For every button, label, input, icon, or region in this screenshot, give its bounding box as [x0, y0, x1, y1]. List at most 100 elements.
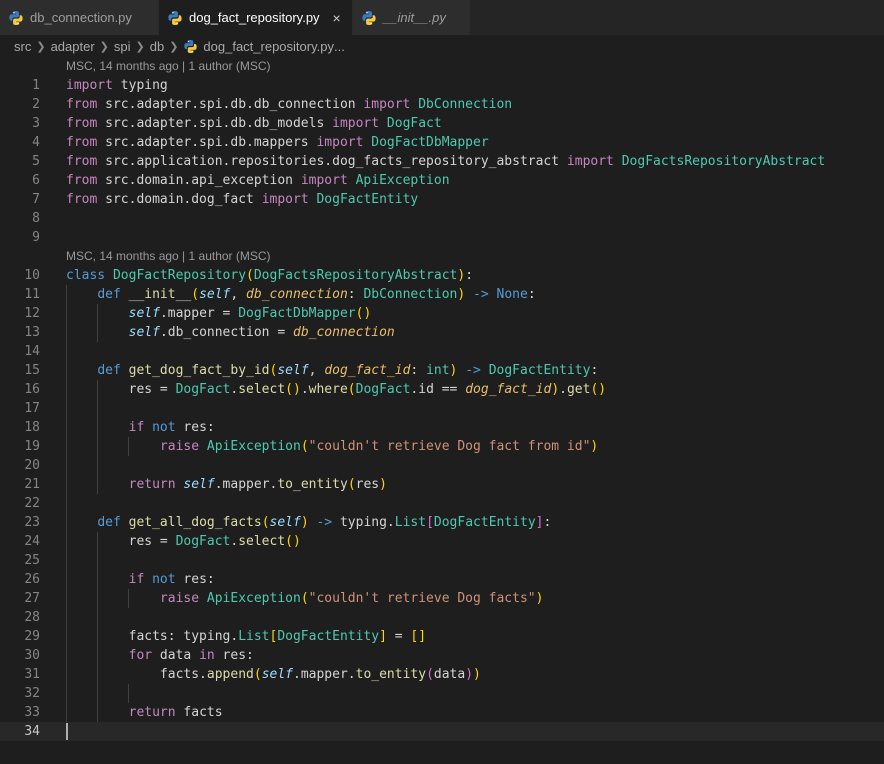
code-token: (	[300, 439, 309, 454]
code-line[interactable]: 7 from src.domain.dog_fact import DogFact…	[0, 190, 884, 209]
code-line[interactable]: 25	[0, 551, 884, 570]
code-line[interactable]: 10 class DogFactRepository(DogFactsReposi…	[0, 266, 884, 285]
code-token: where	[308, 382, 348, 397]
chevron-right-icon: ❯	[135, 40, 145, 53]
code-token: facts: typing.	[66, 629, 239, 644]
code-token: res =	[66, 534, 176, 549]
code-line[interactable]: 6 from src.domain.api_exception import Ap…	[0, 171, 884, 190]
close-icon[interactable]: ×	[330, 10, 344, 26]
code-line[interactable]: 8	[0, 209, 884, 228]
code-line[interactable]: 33 return facts	[0, 703, 884, 722]
breadcrumb-item[interactable]: dog_fact_repository.py	[203, 39, 334, 54]
tab-label: __init__.py	[383, 10, 446, 25]
code-line[interactable]: 19 raise ApiException("couldn't retrieve…	[0, 437, 884, 456]
breadcrumb-item[interactable]: db	[150, 39, 164, 54]
code-line[interactable]: 34	[0, 722, 884, 741]
code-line[interactable]: 11 def __init__(self, db_connection: DbC…	[0, 285, 884, 304]
tab-db-connection-py[interactable]: db_connection.py	[0, 0, 159, 35]
code-line[interactable]: 2 from src.adapter.spi.db.db_connection i…	[0, 95, 884, 114]
code-line[interactable]: 20	[0, 456, 884, 475]
code-token: self	[128, 306, 160, 321]
code-token: to_entity	[277, 477, 348, 492]
code-line[interactable]: 22	[0, 494, 884, 513]
code-token: (	[253, 667, 262, 682]
code-editor[interactable]: MSC, 14 months ago | 1 author (MSC) 1 impo…	[0, 57, 884, 764]
code-text: from src.application.repositories.dog_fa…	[66, 152, 825, 171]
code-line[interactable]: 32	[0, 684, 884, 703]
line-number: 24	[24, 534, 40, 549]
breadcrumb-item[interactable]: src	[14, 39, 31, 54]
tab-init-py[interactable]: __init__.py	[353, 0, 470, 35]
code-token: :	[347, 287, 364, 302]
line-number: 23	[24, 515, 40, 530]
code-line[interactable]: 4 from src.adapter.spi.db.mappers import …	[0, 133, 884, 152]
breadcrumb-item[interactable]: spi	[114, 39, 131, 54]
code-token: ->	[465, 363, 481, 378]
code-line[interactable]: 28	[0, 608, 884, 627]
code-token: :	[410, 363, 427, 378]
code-line[interactable]: 14	[0, 342, 884, 361]
line-number: 6	[32, 173, 40, 188]
code-text: return facts	[66, 703, 223, 722]
code-token: class	[66, 268, 106, 283]
code-line[interactable]: 24 res = DogFact.select()	[0, 532, 884, 551]
code-line[interactable]: 3 from src.adapter.spi.db.db_models impor…	[0, 114, 884, 133]
code-line[interactable]: 5 from src.application.repositories.dog_f…	[0, 152, 884, 171]
code-line[interactable]: 23 def get_all_dog_facts(self) -> typing…	[0, 513, 884, 532]
breadcrumb-item[interactable]: adapter	[51, 39, 95, 54]
code-token: ()	[590, 382, 607, 397]
codelens-annotation[interactable]: MSC, 14 months ago | 1 author (MSC)	[0, 57, 884, 76]
code-token: )	[300, 515, 309, 530]
breadcrumb-item[interactable]: ...	[334, 39, 345, 54]
code-token: DogFactEntity	[433, 515, 536, 530]
code-line[interactable]: 31 facts.append(self.mapper.to_entity(da…	[0, 665, 884, 684]
code-token: select	[238, 534, 286, 549]
code-token: :	[527, 287, 536, 302]
code-line[interactable]: 26 if not res:	[0, 570, 884, 589]
code-token: ->	[473, 287, 489, 302]
code-line[interactable]: 9	[0, 228, 884, 247]
code-line[interactable]: 16 res = DogFact.select().where(DogFact.…	[0, 380, 884, 399]
code-line[interactable]: 13 self.db_connection = db_connection	[0, 323, 884, 342]
code-line[interactable]: 15 def get_dog_fact_by_id(self, dog_fact…	[0, 361, 884, 380]
code-token: raise	[159, 439, 200, 454]
code-line[interactable]: 21 return self.mapper.to_entity(res)	[0, 475, 884, 494]
code-token: db_connection	[246, 287, 348, 302]
code-token: )	[535, 591, 544, 606]
code-line[interactable]: 30 for data in res:	[0, 646, 884, 665]
code-token: def	[97, 515, 121, 530]
code-token: List	[238, 629, 270, 644]
code-text: from src.adapter.spi.db.db_connection im…	[66, 95, 512, 114]
code-line[interactable]: 27 raise ApiException("couldn't retrieve…	[0, 589, 884, 608]
code-token: data	[433, 667, 466, 682]
code-token: .id ==	[410, 382, 466, 397]
code-line[interactable]: 12 self.mapper = DogFactDbMapper()	[0, 304, 884, 323]
code-token: DogFact	[175, 382, 231, 397]
code-text: self.mapper = DogFactDbMapper()	[66, 304, 372, 323]
code-token: ,	[230, 287, 247, 302]
code-token: .mapper =	[159, 306, 239, 321]
code-token: "couldn't retrieve Dog fact from id"	[308, 439, 591, 454]
code-token: )	[473, 667, 481, 682]
codelens-annotation[interactable]: MSC, 14 months ago | 1 author (MSC)	[0, 247, 884, 266]
code-line[interactable]: 29 facts: typing.List[DogFactEntity] = […	[0, 627, 884, 646]
line-number: 27	[24, 591, 40, 606]
python-icon	[361, 10, 377, 26]
line-number: 8	[32, 211, 40, 226]
text-cursor	[66, 723, 68, 740]
code-line[interactable]: 18 if not res:	[0, 418, 884, 437]
code-token: :	[465, 268, 474, 283]
code-token: select	[238, 382, 286, 397]
tab-dog-fact-repository-py[interactable]: dog_fact_repository.py ×	[159, 0, 353, 35]
code-line[interactable]: 1 import typing	[0, 76, 884, 95]
code-token: )	[379, 477, 387, 492]
line-number: 33	[24, 705, 40, 720]
code-text: facts.append(self.mapper.to_entity(data)…	[66, 665, 481, 684]
code-line[interactable]: 17	[0, 399, 884, 418]
code-token: )	[457, 268, 466, 283]
code-token: self	[183, 477, 215, 492]
